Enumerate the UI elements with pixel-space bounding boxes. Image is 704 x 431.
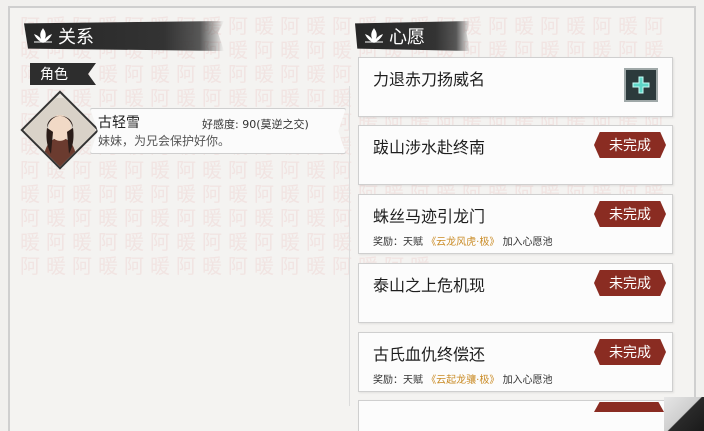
wish-title: 泰山之上危机现 (373, 276, 486, 295)
character-card[interactable]: 古轻雪 好感度: 90(莫逆之交) 妹妹，为兄会保护好你。 (20, 90, 346, 174)
status-badge: 未完成 (594, 132, 666, 158)
wish-item[interactable]: 力退赤刀扬威名 (358, 57, 673, 117)
reward-prefix: 奖励：天赋 (373, 237, 423, 248)
wish-item[interactable]: 蛛丝马迹引龙门 未完成 奖励：天赋 《云龙风虎·极》 加入心愿池 (358, 194, 673, 254)
reward-prefix: 奖励：天赋 (373, 375, 423, 386)
lotus-icon (365, 28, 383, 43)
reward-suffix: 加入心愿池 (502, 375, 553, 386)
wish-title: 跋山涉水赴终南 (373, 138, 486, 157)
reward-item-slot[interactable] (624, 68, 658, 102)
tab-role-label: 角色 (40, 67, 68, 83)
wish-reward: 奖励：天赋 《云龙风虎·极》 加入心愿池 (373, 233, 553, 248)
status-badge: 未完成 (594, 201, 666, 227)
wish-title: 力退赤刀扬威名 (373, 70, 486, 89)
reward-suffix: 加入心愿池 (502, 237, 553, 248)
wishes-title: 心愿 (389, 27, 425, 48)
character-avatar (20, 90, 100, 170)
status-badge-partial (594, 402, 664, 412)
portrait-icon (25, 97, 95, 168)
favor-value: 90(莫逆之交) (242, 118, 309, 131)
wish-item[interactable]: 跋山涉水赴终南 未完成 (358, 125, 673, 185)
tab-role[interactable]: 角色 (30, 63, 96, 85)
character-line: 妹妹，为兄会保护好你。 (98, 134, 231, 148)
status-badge: 未完成 (594, 339, 666, 365)
wish-reward: 奖励：天赋 《云起龙骧·极》 加入心愿池 (373, 371, 553, 386)
relations-header: 关系 (24, 21, 224, 51)
reward-talent: 《云起龙骧·极》 (426, 375, 500, 386)
wishes-header: 心愿 (355, 21, 470, 51)
status-badge: 未完成 (594, 270, 666, 296)
reward-talent: 《云龙风虎·极》 (426, 237, 500, 248)
lotus-icon (34, 28, 52, 43)
character-name: 古轻雪 (98, 115, 140, 131)
wish-title: 蛛丝马迹引龙门 (373, 207, 486, 226)
relations-title: 关系 (58, 27, 94, 48)
favor-label: 好感度: (202, 118, 239, 131)
jade-item-icon (632, 76, 650, 94)
wish-item[interactable]: 泰山之上危机现 未完成 (358, 263, 673, 323)
favor-display: 好感度: 90(莫逆之交) (202, 116, 309, 132)
wish-item[interactable]: 古氏血仇终偿还 未完成 奖励：天赋 《云起龙骧·极》 加入心愿池 (358, 332, 673, 392)
wish-title: 古氏血仇终偿还 (373, 345, 486, 364)
page-curl-corner[interactable] (664, 397, 704, 431)
